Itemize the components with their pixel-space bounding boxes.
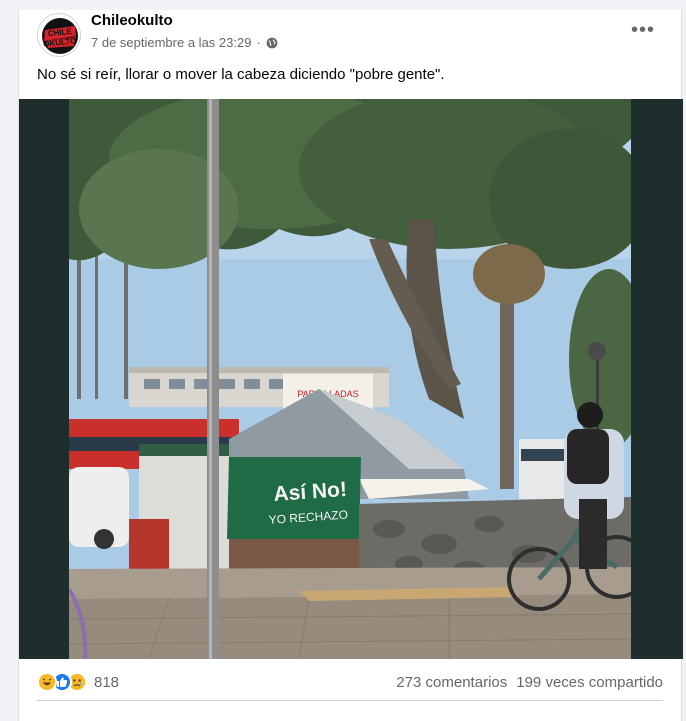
post-photo[interactable]: PARRILLADAS (69, 99, 631, 659)
post-meta: 7 de septiembre a las 23:29 · (91, 35, 278, 50)
post-media[interactable]: PARRILLADAS (19, 99, 683, 659)
footer-divider (37, 700, 663, 701)
page-name-link[interactable]: Chileokulto (91, 12, 173, 29)
more-options-icon: ••• (630, 19, 655, 41)
chileokulto-logo: CHILE OKULTO (38, 14, 80, 56)
reactions-summary[interactable]: 818 (37, 672, 119, 692)
haha-icon (37, 672, 57, 692)
meta-separator: · (256, 35, 261, 50)
globe-icon[interactable] (266, 37, 278, 49)
post-text: No sé si reír, llorar o mover la cabeza … (37, 66, 445, 83)
post-card: CHILE OKULTO Chileokulto 7 de septiembre… (18, 10, 683, 721)
post-timestamp[interactable]: 7 de septiembre a las 23:29 (91, 35, 251, 50)
more-options-button[interactable]: ••• (625, 16, 661, 52)
shares-count-link[interactable]: 199 veces compartido (516, 674, 663, 691)
page-avatar[interactable]: CHILE OKULTO (37, 13, 81, 57)
engagement-stats: 273 comentarios 199 veces compartido (396, 674, 663, 691)
comments-count-link[interactable]: 273 comentarios (396, 674, 507, 691)
reaction-count: 818 (94, 673, 120, 691)
street-scene-image: PARRILLADAS (69, 99, 631, 659)
post-footer: 818 273 comentarios 199 veces compartido (19, 665, 681, 701)
post-header: CHILE OKULTO Chileokulto 7 de septiembre… (19, 10, 681, 62)
